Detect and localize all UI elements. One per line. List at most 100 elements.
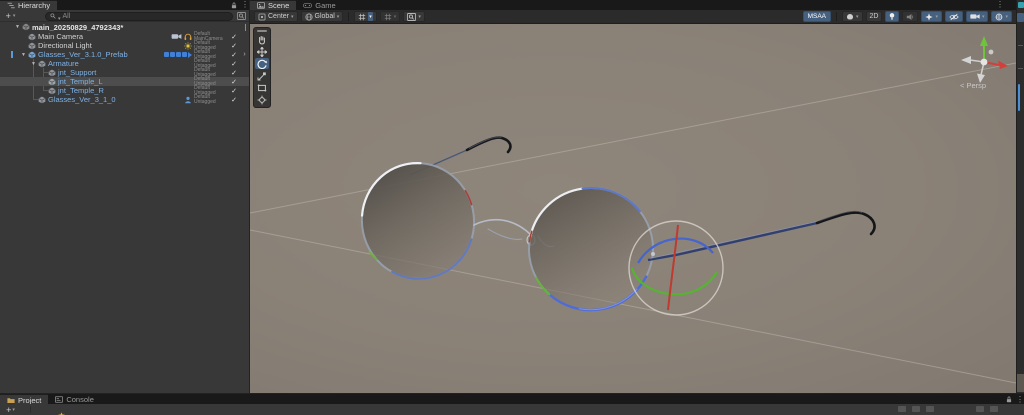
snap-increment-dropdown[interactable]	[403, 11, 425, 22]
2d-toggle[interactable]: 2D	[865, 11, 883, 22]
overlay-drag-handle[interactable]	[257, 30, 267, 32]
scale-icon	[257, 71, 266, 80]
kebab-menu-icon[interactable]	[996, 1, 1002, 9]
scene-tab-icon	[257, 2, 265, 9]
gizmos-sphere-icon	[995, 13, 1003, 21]
tab-game[interactable]: Game	[296, 0, 343, 10]
row-jnt-temple-l[interactable]: jnt_Temple_L Default Untagged	[0, 77, 249, 86]
row-jnt-support[interactable]: jnt_Support Default Untagged	[0, 68, 249, 77]
toolbar-icon-partial[interactable]	[990, 406, 998, 412]
gameobject-cube-icon	[28, 33, 36, 41]
axis-neg-cone	[961, 56, 971, 64]
toolbar-icon-partial[interactable]	[976, 406, 984, 412]
window-search-icon[interactable]	[237, 12, 246, 20]
gizmos-dropdown[interactable]	[991, 11, 1012, 22]
scene-visibility-eye-icon	[949, 13, 959, 21]
project-create-button[interactable]	[2, 405, 19, 415]
tab-hierarchy[interactable]: Hierarchy	[0, 0, 58, 10]
snap-increment-icon	[407, 13, 416, 21]
panel-tab-cube-icon[interactable]	[1018, 2, 1024, 8]
active-checkbox[interactable]	[229, 60, 239, 68]
effects-star-icon	[925, 13, 933, 21]
scene-row-menu[interactable]	[245, 23, 246, 31]
scene-panel: Scene Game Center Global	[249, 0, 1017, 393]
row-main-camera[interactable]: Main Camera Default MainCamera	[0, 32, 249, 41]
active-checkbox[interactable]	[229, 96, 239, 104]
tool-handle-position-dropdown[interactable]: Center	[254, 11, 298, 22]
gameobject-cube-icon	[28, 42, 36, 50]
gamepad-icon	[303, 2, 312, 9]
lighting-toggle[interactable]	[885, 11, 900, 22]
active-checkbox[interactable]	[229, 87, 239, 95]
right-ear-hook	[815, 211, 876, 236]
tool-handle-rotation-dropdown[interactable]: Global	[300, 11, 344, 22]
toolbar-icon-partial[interactable]	[898, 406, 906, 412]
foldout-triangle-icon[interactable]	[13, 24, 22, 30]
strip-footer	[1017, 374, 1024, 392]
row-directional-light[interactable]: Directional Light Default Untagged	[0, 41, 249, 50]
cameras-icon	[970, 13, 980, 20]
open-prefab-arrow[interactable]	[241, 51, 248, 58]
move-icon	[257, 46, 267, 57]
active-checkbox[interactable]	[229, 33, 239, 41]
active-checkbox[interactable]	[229, 42, 239, 50]
lock-icon[interactable]	[231, 2, 237, 9]
toolbar-icon-partial[interactable]	[926, 406, 934, 412]
docked-panel-edge	[1016, 0, 1024, 393]
persp-label[interactable]: < Persp	[960, 81, 986, 90]
effects-dropdown[interactable]	[921, 11, 942, 22]
rotate-tool[interactable]	[255, 58, 269, 69]
prefab-cube-icon	[28, 51, 36, 59]
prefab-override-chips	[164, 51, 192, 58]
audio-toggle[interactable]	[902, 11, 919, 22]
row-armature[interactable]: Armature DefaultUntagged	[0, 59, 249, 68]
star-icon[interactable]	[58, 406, 65, 415]
foldout-triangle-icon[interactable]	[29, 61, 38, 67]
grid-snap-dropdown[interactable]	[354, 11, 377, 22]
audio-icon	[906, 13, 914, 21]
scene-name: main_20250829_4792343*	[32, 22, 124, 32]
row-jnt-temple-r[interactable]: jnt_Temple_R Default Untagged	[0, 86, 249, 95]
scale-tool[interactable]	[255, 70, 269, 81]
active-checkbox[interactable]	[229, 51, 239, 59]
rotate-icon	[257, 59, 267, 69]
collapsed-dropdown[interactable]	[1017, 13, 1024, 22]
hierarchy-icon	[7, 2, 15, 9]
light-icon	[184, 42, 192, 50]
transform-icon	[257, 95, 267, 104]
scene-visibility-toggle[interactable]	[944, 11, 963, 22]
row-glasses-mesh[interactable]: Glasses_Ver_3_1_0 Default Untagged	[0, 95, 249, 104]
hierarchy-toolbar: All	[0, 10, 249, 22]
skinned-mesh-icon	[184, 96, 192, 104]
kebab-menu-icon[interactable]	[1016, 396, 1022, 404]
tab-scene[interactable]: Scene	[250, 0, 297, 10]
kebab-menu-icon[interactable]	[241, 1, 247, 9]
hand-tool[interactable]	[255, 34, 269, 45]
cameras-dropdown[interactable]	[965, 11, 989, 22]
scene-viewport[interactable]: < Persp	[249, 24, 1017, 393]
globe-icon	[305, 13, 313, 21]
draw-mode-dropdown[interactable]	[841, 11, 863, 22]
create-object-button[interactable]	[2, 11, 19, 21]
row-glasses-prefab[interactable]: Glasses_Ver_3.1.0_Prefab DefaultUntagged	[0, 50, 249, 59]
rect-tool[interactable]	[255, 82, 269, 93]
transform-tool[interactable]	[255, 94, 269, 105]
scene-header-row[interactable]: main_20250829_4792343*	[0, 22, 249, 32]
active-checkbox[interactable]	[229, 78, 239, 86]
project-toolbar-partial	[0, 404, 1024, 415]
foldout-triangle-icon[interactable]	[19, 52, 28, 58]
move-tool[interactable]	[255, 46, 269, 57]
gameobject-cube-icon	[48, 87, 56, 95]
layer-tag-labels: Default Untagged	[194, 93, 216, 105]
active-checkbox[interactable]	[229, 69, 239, 77]
hierarchy-panel: Hierarchy All	[0, 0, 250, 393]
scene-tabbar: Scene Game	[250, 0, 1016, 10]
lock-icon[interactable]	[1006, 396, 1012, 403]
snap-move-dropdown[interactable]	[379, 11, 401, 22]
search-icon	[50, 13, 56, 19]
scene-toolbar: Center Global MSAA	[250, 10, 1016, 24]
toolbar-icon-partial[interactable]	[912, 406, 920, 412]
msaa-button[interactable]: MSAA	[802, 11, 831, 22]
scrollbar-thumb[interactable]	[1017, 84, 1020, 111]
hierarchy-search-input[interactable]: All	[45, 11, 233, 21]
